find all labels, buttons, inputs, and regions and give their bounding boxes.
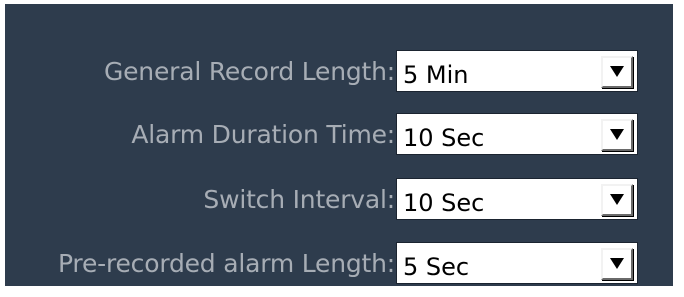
switch-interval-row: Switch Interval: 10 Sec [5, 176, 673, 222]
alarm-duration-time-row: Alarm Duration Time: 10 Sec [5, 111, 673, 157]
chevron-down-icon [610, 66, 624, 77]
pre-recorded-alarm-length-row: Pre-recorded alarm Length: 5 Sec [5, 240, 673, 286]
pre-recorded-alarm-length-dropdown-button[interactable] [601, 248, 633, 280]
chevron-down-icon [610, 258, 624, 269]
pre-recorded-alarm-length-label: Pre-recorded alarm Length: [58, 249, 395, 278]
switch-interval-dropdown-button[interactable] [601, 184, 633, 216]
pre-recorded-alarm-length-select[interactable]: 5 Sec [396, 242, 638, 284]
switch-interval-label: Switch Interval: [203, 185, 395, 214]
alarm-duration-time-dropdown-button[interactable] [601, 119, 633, 151]
alarm-duration-time-label: Alarm Duration Time: [131, 120, 395, 149]
general-record-length-select[interactable]: 5 Min [396, 50, 638, 92]
pre-recorded-alarm-length-value: 5 Sec [403, 253, 470, 281]
alarm-duration-time-select[interactable]: 10 Sec [396, 113, 638, 155]
chevron-down-icon [610, 129, 624, 140]
general-record-length-value: 5 Min [403, 61, 469, 89]
general-record-length-row: General Record Length: 5 Min [5, 48, 673, 94]
switch-interval-value: 10 Sec [403, 189, 485, 217]
general-record-length-label: General Record Length: [103, 57, 395, 86]
switch-interval-select[interactable]: 10 Sec [396, 178, 638, 220]
chevron-down-icon [610, 194, 624, 205]
alarm-duration-time-value: 10 Sec [403, 124, 485, 152]
general-record-length-dropdown-button[interactable] [601, 56, 633, 88]
record-settings-panel: General Record Length: 5 Min Alarm Durat… [5, 4, 673, 286]
